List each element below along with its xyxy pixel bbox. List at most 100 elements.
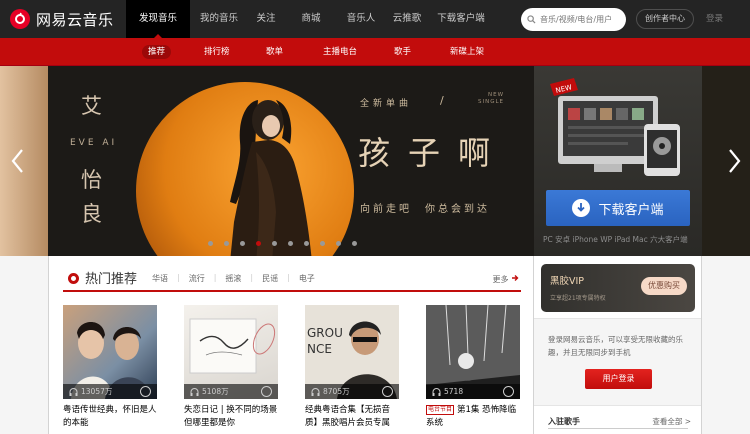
arrow-right-icon — [512, 275, 519, 281]
playlist-grid: 13057万 粤语传世经典，怀旧是人的本能 5108万 失恋日记 | 换不同的场… — [63, 305, 547, 430]
brand-name: 网易云音乐 — [36, 10, 114, 29]
vip-subtitle: 立享超21项专属特权 — [550, 295, 606, 302]
play-icon[interactable] — [503, 386, 514, 397]
prev-slide-button[interactable] — [8, 146, 28, 176]
carousel-dot[interactable] — [304, 241, 309, 246]
topnav-discover[interactable]: 发现音乐 — [126, 0, 190, 38]
subnav-playlists[interactable]: 歌单 — [260, 45, 289, 59]
play-count: 13057万 — [81, 387, 113, 396]
main-content: 热门推荐 华语 | 流行 | 摇滚 | 民谣 | 电子 更多 13057万 粤语传世经典… — [48, 256, 534, 434]
netease-logo-icon — [10, 9, 30, 29]
login-link[interactable]: 登录 — [706, 12, 723, 24]
play-count: 5108万 — [202, 387, 229, 396]
playlist-title[interactable]: 粤语传世经典，怀旧是人的本能 — [63, 404, 157, 430]
tag-folk[interactable]: 民谣 — [262, 273, 278, 284]
play-icon[interactable] — [382, 386, 393, 397]
view-all-singers-link[interactable]: 查看全部 > — [652, 416, 691, 427]
topnav-store[interactable]: 商城 — [284, 0, 338, 38]
download-icon — [572, 199, 591, 217]
vip-title: 黑胶VIP — [550, 276, 585, 287]
banner-artist-figure — [230, 100, 312, 256]
playlist-cover[interactable]: 13057万 — [63, 305, 157, 399]
carousel-dot[interactable] — [272, 241, 277, 246]
svg-text:NCE: NCE — [307, 342, 332, 356]
search-input[interactable] — [540, 15, 620, 24]
playlist-cover[interactable]: GROU NCE 8705万 — [305, 305, 399, 399]
play-icon[interactable] — [261, 386, 272, 397]
carousel-dot[interactable] — [208, 241, 213, 246]
banner-slide[interactable]: 艾 EVE AI 怡 良 全新单曲 / NEW SINGLE 孩子啊 向前走吧 … — [48, 66, 534, 256]
headphones-icon — [311, 387, 320, 396]
login-info-text: 登录网易云音乐，可以享受无限收藏的乐趣，并且无限同步到手机 — [548, 335, 683, 357]
artist-name-char-1: 艾 — [81, 94, 102, 118]
chevron-left-icon — [11, 149, 23, 173]
top-bar: 网易云音乐 发现音乐 我的音乐 关注 商城 音乐人 云推歌 下载客户端 创作者中… — [0, 0, 750, 38]
playlist-card: 13057万 粤语传世经典，怀旧是人的本能 — [63, 305, 157, 430]
download-button-label: 下载客户端 — [598, 202, 664, 218]
next-slide-button[interactable] — [724, 146, 744, 176]
vip-buy-button[interactable]: 优惠购买 — [641, 277, 687, 295]
tag-rock[interactable]: 摇滚 — [225, 273, 241, 284]
sub-nav: 推荐 排行榜 歌单 主播电台 歌手 新碟上架 — [0, 38, 750, 66]
top-nav: 发现音乐 我的音乐 关注 商城 音乐人 云推歌 下载客户端 — [126, 0, 492, 38]
playlist-cover[interactable]: 5108万 — [184, 305, 278, 399]
download-panel: NEW 下载客户端 PC 安卓 iPhone WP iPad Mac 六大客户端 — [534, 66, 702, 256]
artist-name-char-2: 怡 — [81, 168, 102, 192]
playlist-card: 5718 电台节目 第1集 恐怖降临系统 — [426, 305, 520, 430]
logo[interactable]: 网易云音乐 — [10, 8, 114, 30]
login-box: 登录网易云音乐，可以享受无限收藏的乐趣，并且无限同步到手机 用户登录 — [534, 318, 701, 406]
subnav-charts[interactable]: 排行榜 — [198, 45, 236, 59]
radio-program-badge: 电台节目 — [426, 405, 455, 415]
play-count: 5718 — [444, 387, 464, 396]
carousel-dot[interactable] — [320, 241, 325, 246]
vip-promo[interactable]: 黑胶VIP 立享超21项专属特权 优惠购买 — [541, 264, 695, 312]
playlist-card: GROU NCE 8705万 经典粤语合集【无损音质】黑胶唱片会员专属 — [305, 305, 399, 430]
creator-center-button[interactable]: 创作者中心 — [636, 9, 694, 29]
banner: 艾 EVE AI 怡 良 全新单曲 / NEW SINGLE 孩子啊 向前走吧 … — [0, 66, 750, 256]
hot-tags: 华语 | 流行 | 摇滚 | 民谣 | 电子 — [152, 273, 315, 284]
artist-name-char-3: 良 — [81, 202, 102, 226]
subnav-artists[interactable]: 歌手 — [388, 45, 417, 59]
headphones-icon — [190, 387, 199, 396]
search-icon — [527, 15, 536, 24]
carousel-dot[interactable] — [224, 241, 229, 246]
carousel-dot[interactable] — [288, 241, 293, 246]
subnav-new-albums[interactable]: 新碟上架 — [444, 45, 490, 59]
hot-recommend-header: 热门推荐 华语 | 流行 | 摇滚 | 民谣 | 电子 更多 — [63, 268, 521, 292]
devices-illustration: NEW — [550, 78, 680, 176]
playlist-title[interactable]: 失恋日记 | 换不同的场景 但哪里都是你 — [184, 404, 278, 430]
chevron-right-icon — [729, 149, 741, 173]
carousel-dot[interactable] — [336, 241, 341, 246]
carousel-dot[interactable] — [256, 241, 261, 246]
topnav-download[interactable]: 下载客户端 — [430, 0, 492, 38]
topnav-my-music[interactable]: 我的音乐 — [190, 0, 248, 38]
download-client-button[interactable]: 下载客户端 — [546, 190, 690, 226]
subnav-recommend[interactable]: 推荐 — [142, 45, 172, 59]
more-link[interactable]: 更多 — [492, 274, 519, 285]
carousel-dot[interactable] — [352, 241, 357, 246]
subnav-radio[interactable]: 主播电台 — [317, 45, 363, 59]
artist-name-en: EVE AI — [70, 138, 118, 148]
playlist-title[interactable]: 经典粤语合集【无损音质】黑胶唱片会员专属 — [305, 404, 399, 430]
new-single-label: 全新单曲 — [360, 99, 413, 109]
topnav-musician[interactable]: 音乐人 — [338, 0, 384, 38]
tag-chinese[interactable]: 华语 — [152, 273, 168, 284]
new-single-en: NEW SINGLE — [478, 92, 505, 105]
playlist-title[interactable]: 电台节目 第1集 恐怖降临系统 — [426, 404, 520, 430]
topnav-cloud-promote[interactable]: 云推歌 — [384, 0, 430, 38]
hot-recommend-title: 热门推荐 — [85, 272, 138, 287]
tag-pop[interactable]: 流行 — [189, 273, 205, 284]
right-sidebar: 黑胶VIP 立享超21项专属特权 优惠购买 登录网易云音乐，可以享受无限收藏的乐… — [534, 256, 702, 434]
play-icon[interactable] — [140, 386, 151, 397]
tag-electronic[interactable]: 电子 — [299, 273, 315, 284]
topnav-follow[interactable]: 关注 — [248, 0, 284, 38]
user-login-button[interactable]: 用户登录 — [585, 369, 652, 389]
search-box[interactable] — [521, 8, 626, 31]
playlist-card: 5108万 失恋日记 | 换不同的场景 但哪里都是你 — [184, 305, 278, 430]
carousel-dot[interactable] — [240, 241, 245, 246]
platform-list: PC 安卓 iPhone WP iPad Mac 六大客户端 — [543, 235, 688, 244]
section-circle-icon — [68, 273, 79, 284]
headphones-icon — [432, 387, 441, 396]
song-tagline: 向前走吧 你总会到达 — [360, 204, 490, 215]
playlist-cover[interactable]: 5718 — [426, 305, 520, 399]
